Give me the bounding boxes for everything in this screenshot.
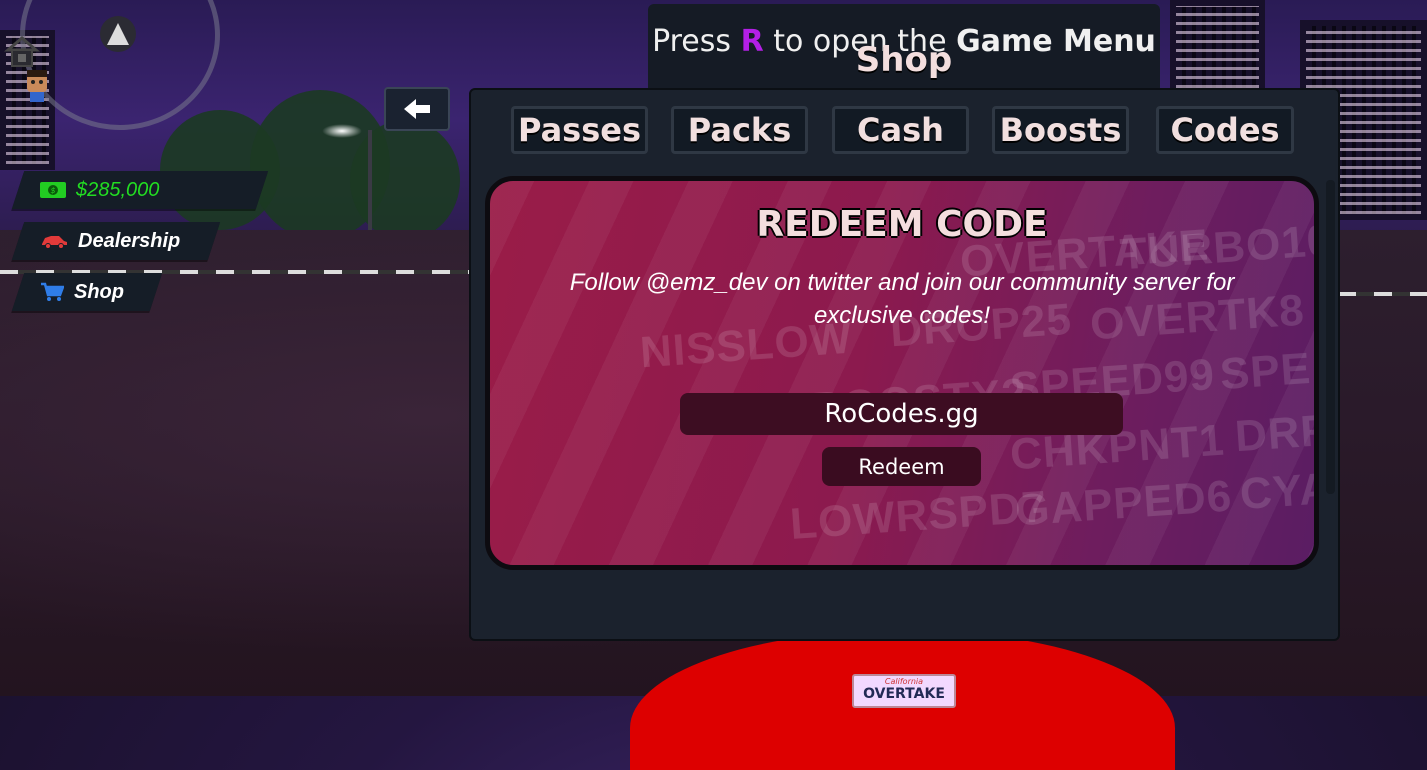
tab-boosts[interactable]: Boosts: [992, 106, 1129, 154]
cash-display: $ $285,000: [11, 171, 269, 209]
back-button[interactable]: [384, 87, 450, 131]
code-input[interactable]: [680, 393, 1123, 435]
redeem-code-title: REDEEM CODE: [756, 204, 1048, 245]
bg-code: CYA: [1238, 463, 1319, 520]
player-avatar-icon: [27, 70, 47, 102]
shop-title: Shop: [855, 40, 953, 80]
scrollbar[interactable]: [1326, 180, 1335, 494]
redeem-description: Follow @emz_dev on twitter and join our …: [569, 269, 1235, 329]
bg-code: DRF: [1233, 405, 1319, 462]
car-icon: [42, 236, 67, 249]
cart-icon: [41, 282, 64, 301]
money-icon: $: [40, 182, 66, 198]
tab-codes[interactable]: Codes: [1156, 106, 1294, 154]
compass-icon: [100, 16, 136, 52]
shop-button[interactable]: Shop: [11, 273, 163, 311]
license-plate: California OVERTAKE: [852, 674, 956, 708]
street-lamp-light: [322, 124, 362, 138]
cash-amount: $285,000: [76, 178, 160, 201]
tab-cash[interactable]: Cash: [832, 106, 969, 154]
tree: [350, 120, 460, 240]
tab-packs[interactable]: Packs: [671, 106, 808, 154]
arrow-left-icon: [404, 99, 430, 119]
house-icon: [4, 36, 40, 67]
plate-text: OVERTAKE: [863, 686, 945, 702]
curb: [1338, 292, 1427, 296]
street-lamp: [368, 130, 372, 230]
dealership-label: Dealership: [78, 229, 181, 252]
shop-label: Shop: [74, 280, 124, 303]
redeem-button[interactable]: Redeem: [822, 447, 981, 486]
bg-code: SPE: [1218, 343, 1313, 400]
dealership-button[interactable]: Dealership: [11, 222, 221, 260]
bg-code: LOWRSPD7: [788, 482, 1049, 549]
svg-text:$: $: [50, 186, 55, 195]
tab-passes[interactable]: Passes: [511, 106, 648, 154]
